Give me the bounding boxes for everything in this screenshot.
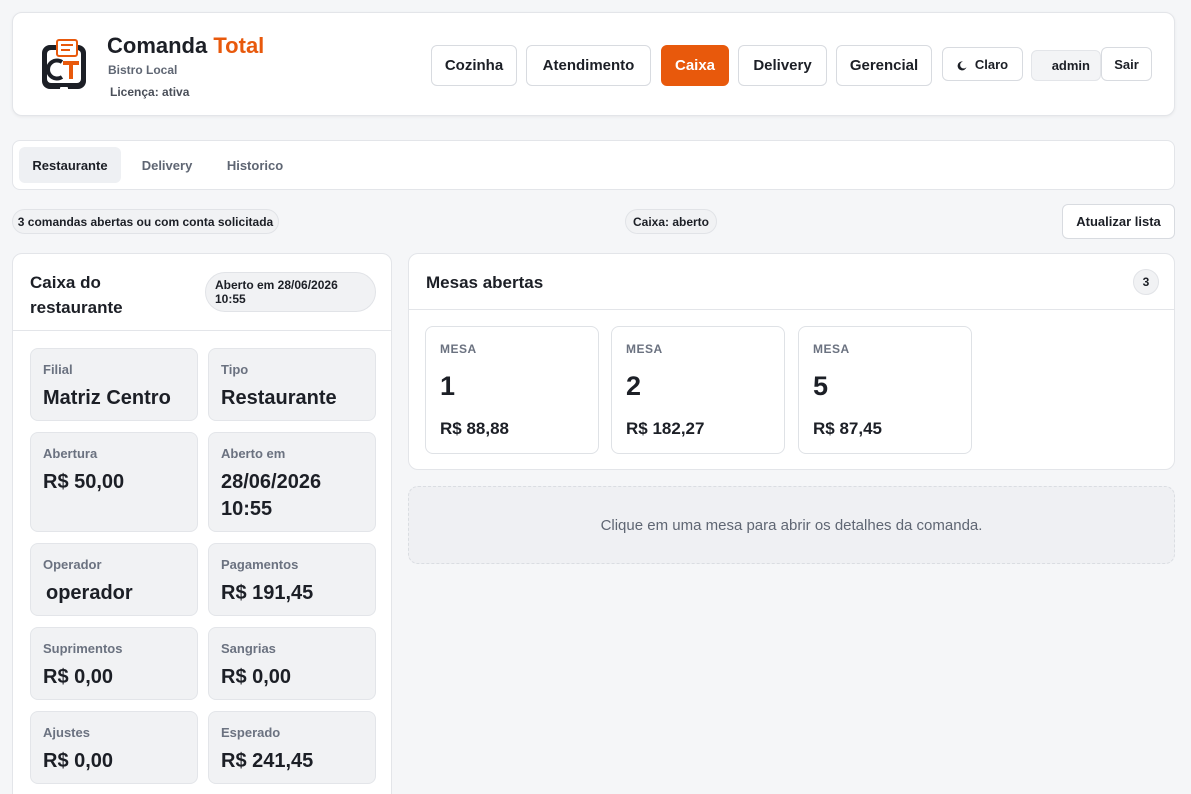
- stat-esperado: Esperado R$ 241,45: [208, 711, 376, 784]
- table-total: R$ 182,27: [626, 419, 705, 438]
- open-tables-title: Mesas abertas: [426, 273, 544, 292]
- app-title: Comanda Total: [107, 33, 265, 58]
- cash-summary-panel: Caixa do restaurante Aberto em 28/06/202…: [12, 253, 392, 794]
- user-name: admin: [1031, 50, 1101, 81]
- tab-restaurante[interactable]: Restaurante: [19, 147, 121, 183]
- branch-name: Bistro Local: [108, 63, 178, 77]
- stat-value: R$ 241,45: [221, 750, 314, 772]
- stat-tipo: Tipo Restaurante: [208, 348, 376, 421]
- open-tables-panel: Mesas abertas 3 MESA 1 R$ 88,88 MESA 2 R…: [408, 253, 1175, 470]
- tab-delivery[interactable]: Delivery: [131, 147, 203, 183]
- app-header: Comanda Total Bistro Local Licença: ativ…: [12, 12, 1175, 116]
- divider: [13, 330, 391, 331]
- stat-value: operador: [46, 582, 133, 604]
- tab-historico[interactable]: Historico: [215, 147, 295, 183]
- table-total: R$ 87,45: [813, 419, 882, 438]
- stat-label: Sangrias: [221, 641, 276, 656]
- stat-sangrias: Sangrias R$ 0,00: [208, 627, 376, 700]
- table-total: R$ 88,88: [440, 419, 509, 438]
- stat-aberto-em: Aberto em 28/06/2026 10:55: [208, 432, 376, 532]
- table-card-5[interactable]: MESA 5 R$ 87,45: [798, 326, 972, 454]
- stat-label: Operador: [43, 557, 102, 572]
- stat-value: R$ 191,45: [221, 582, 314, 604]
- license-status: Licença: ativa: [110, 85, 190, 99]
- stat-pagamentos: Pagamentos R$ 191,45: [208, 543, 376, 616]
- stat-operador: Operador operador: [30, 543, 198, 616]
- cash-panel-title: Caixa do restaurante: [30, 273, 123, 317]
- stat-value: Restaurante: [221, 387, 337, 409]
- logout-button[interactable]: Sair: [1101, 47, 1152, 81]
- refresh-list-button[interactable]: Atualizar lista: [1062, 204, 1175, 239]
- section-tabs: Restaurante Delivery Historico: [12, 140, 1175, 190]
- stat-label: Aberto em: [221, 446, 286, 461]
- stat-label: Pagamentos: [221, 557, 299, 572]
- stat-label: Ajustes: [43, 725, 90, 740]
- stat-value: R$ 0,00: [221, 666, 292, 688]
- divider: [409, 309, 1174, 310]
- nav-gerencial-button[interactable]: Gerencial: [836, 45, 932, 86]
- stat-ajustes: Ajustes R$ 0,00: [30, 711, 198, 784]
- stat-abertura: Abertura R$ 50,00: [30, 432, 198, 532]
- theme-toggle-label: Claro: [974, 56, 1009, 72]
- app-logo-icon: [40, 37, 90, 95]
- cash-status-badge: Caixa: aberto: [625, 209, 717, 234]
- order-detail-placeholder: Clique em uma mesa para abrir os detalhe…: [408, 486, 1175, 564]
- stat-value: R$ 0,00: [43, 666, 114, 688]
- stat-value: Matriz Centro: [43, 387, 171, 409]
- stat-value: 28/06/2026 10:55: [221, 471, 322, 520]
- table-card-2[interactable]: MESA 2 R$ 182,27: [611, 326, 785, 454]
- table-label: MESA: [626, 342, 663, 356]
- stat-value: R$ 50,00: [43, 471, 125, 493]
- nav-caixa-button[interactable]: Caixa: [661, 45, 729, 86]
- open-tables-count-badge: 3: [1133, 269, 1159, 295]
- app-title-accent: Total: [213, 33, 265, 58]
- stat-suprimentos: Suprimentos R$ 0,00: [30, 627, 198, 700]
- stat-label: Filial: [43, 362, 73, 377]
- nav-cozinha-button[interactable]: Cozinha: [431, 45, 517, 86]
- cash-opened-badge: Aberto em 28/06/2026 10:55: [205, 272, 376, 312]
- stat-value: R$ 0,00: [43, 750, 114, 772]
- nav-delivery-button[interactable]: Delivery: [738, 45, 827, 86]
- stat-filial: Filial Matriz Centro: [30, 348, 198, 421]
- table-number: 5: [813, 371, 829, 401]
- nav-atendimento-button[interactable]: Atendimento: [526, 45, 651, 86]
- theme-toggle-button[interactable]: Claro: [942, 47, 1023, 81]
- table-number: 1: [440, 371, 456, 401]
- open-orders-badge: 3 comandas abertas ou com conta solicita…: [12, 209, 279, 234]
- table-number: 2: [626, 371, 642, 401]
- table-card-1[interactable]: MESA 1 R$ 88,88: [425, 326, 599, 454]
- table-label: MESA: [813, 342, 850, 356]
- stat-label: Esperado: [221, 725, 281, 740]
- table-label: MESA: [440, 342, 477, 356]
- stat-label: Suprimentos: [43, 641, 123, 656]
- moon-icon: [957, 59, 967, 71]
- stat-label: Tipo: [221, 362, 249, 377]
- stat-label: Abertura: [43, 446, 98, 461]
